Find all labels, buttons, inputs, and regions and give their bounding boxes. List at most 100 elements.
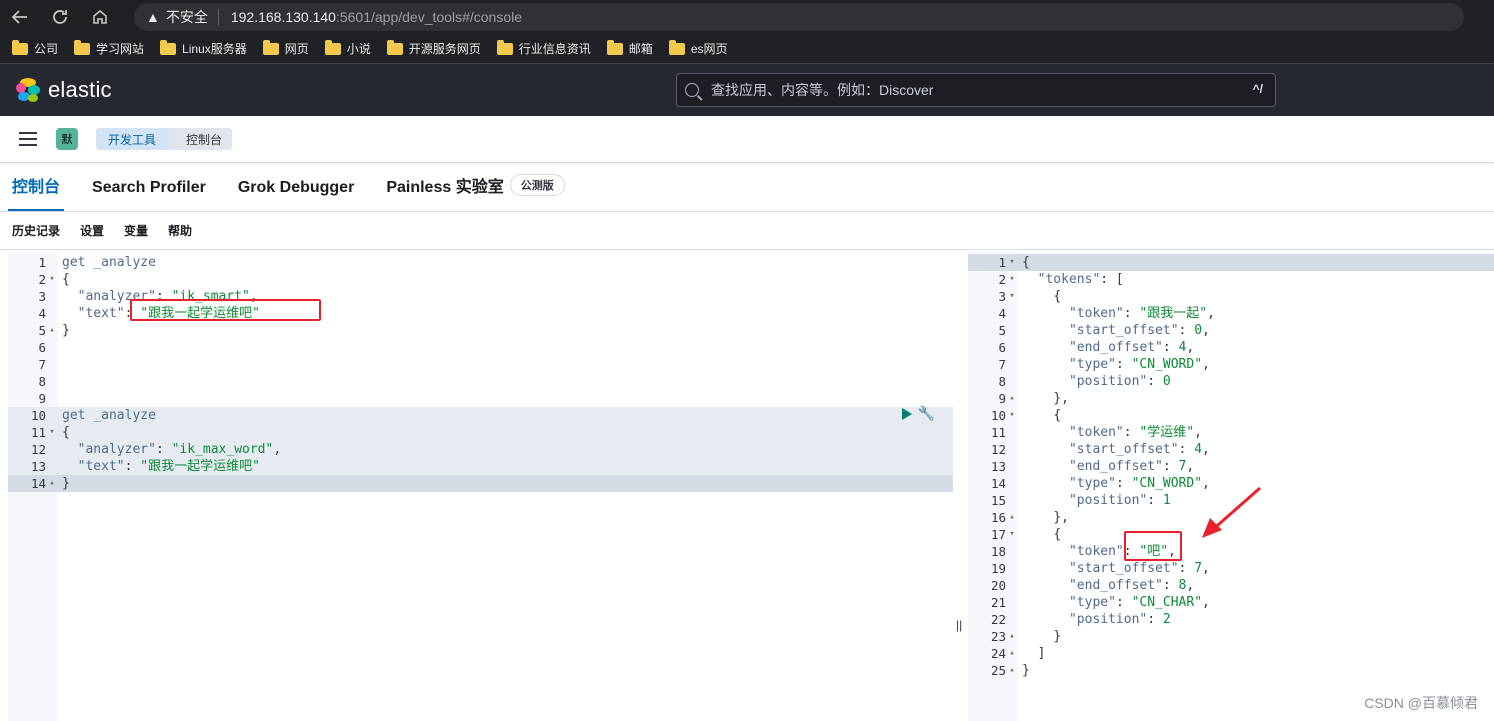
line-number: 3	[38, 289, 46, 304]
code-line: 6	[8, 339, 953, 356]
request-code[interactable]: 1 get _analyze 2 ▾{3 "analyzer": "ik_smart"…	[8, 254, 953, 492]
fold-toggle-icon[interactable]: ▾	[47, 271, 57, 288]
code-text: get _analyze	[62, 255, 156, 270]
elastic-logo-icon	[16, 78, 40, 102]
code-text: }	[1022, 663, 1030, 678]
bookmark-item[interactable]: 网页	[262, 39, 309, 57]
divider	[217, 9, 219, 25]
tab-painless-label: Painless 实验室	[386, 179, 504, 196]
fold-toggle-icon[interactable]: ▴	[1007, 509, 1017, 526]
code-line: 3 ▾ {	[968, 288, 1494, 305]
breadcrumb-dev-tools[interactable]: 开发工具	[96, 128, 171, 150]
home-icon[interactable]	[80, 0, 120, 34]
bookmark-item[interactable]: 开源服务网页	[386, 39, 481, 57]
code-text: },	[1053, 391, 1069, 406]
code-line: 20 "end_offset": 8,	[968, 577, 1494, 594]
line-number: 21	[990, 595, 1006, 610]
address-bar[interactable]: ▲ 不安全 192.168.130.140:5601/app/dev_tools…	[134, 3, 1464, 31]
fold-toggle-icon[interactable]: ▴	[47, 475, 57, 492]
code-line: 19 "start_offset": 7,	[968, 560, 1494, 577]
code-text: }	[62, 323, 70, 338]
code-line: 5 ▴}	[8, 322, 953, 339]
menu-history[interactable]: 历史记录	[12, 222, 60, 239]
code-line: 10 ▾ {	[968, 407, 1494, 424]
code-text: {	[1022, 255, 1030, 270]
code-text: "end_offset": 8,	[1068, 578, 1195, 593]
folder-icon	[74, 39, 91, 55]
tab-console[interactable]: 控制台	[8, 173, 65, 211]
code-text: "end_offset": 4,	[1068, 340, 1195, 355]
tab-search-profiler[interactable]: Search Profiler	[76, 179, 222, 211]
fold-toggle-icon[interactable]: ▴	[47, 322, 57, 339]
beta-badge: 公测版	[509, 174, 565, 196]
code-line: 23 ▴ }	[968, 628, 1494, 645]
browser-toolbar: ▲ 不安全 192.168.130.140:5601/app/dev_tools…	[0, 0, 1494, 34]
fold-toggle-icon[interactable]: ▴	[1007, 628, 1017, 645]
console-menu: 历史记录 设置 变量 帮助	[0, 212, 1494, 250]
fold-toggle-icon[interactable]: ▾	[1007, 526, 1017, 543]
folder-icon	[668, 39, 685, 55]
fold-toggle-icon[interactable]: ▾	[47, 424, 57, 441]
code-line: 11 ▾ {	[8, 424, 953, 441]
space-avatar[interactable]: 默	[56, 128, 78, 150]
fold-toggle-icon[interactable]: ▴	[1007, 662, 1017, 679]
bookmark-item[interactable]: 小说	[324, 39, 371, 57]
code-line: 21 "type": "CN_CHAR",	[968, 594, 1494, 611]
code-text: "tokens": [	[1037, 272, 1124, 287]
menu-icon[interactable]	[19, 132, 37, 146]
code-text: "position": 1	[1068, 493, 1171, 508]
bookmark-item[interactable]: es网页	[668, 39, 728, 57]
fold-toggle-icon[interactable]: ▾	[1007, 271, 1017, 288]
bookmark-item[interactable]: 行业信息资讯	[496, 39, 591, 57]
code-text: }	[62, 476, 70, 491]
fold-toggle-icon[interactable]: ▾	[1007, 254, 1017, 271]
code-text: "start_offset": 0,	[1068, 323, 1210, 338]
bookmark-item[interactable]: Linux服务器	[160, 39, 247, 57]
elastic-logo[interactable]: elastic	[16, 77, 112, 103]
line-number: 25	[990, 663, 1006, 678]
logo-text: elastic	[48, 77, 112, 102]
menu-variables[interactable]: 变量	[124, 222, 148, 239]
code-line: 10 get _analyze	[8, 407, 953, 424]
line-number: 24	[990, 646, 1006, 661]
menu-help[interactable]: 帮助	[168, 222, 192, 239]
search-shortcut: ^/	[1252, 82, 1263, 96]
tab-painless-lab[interactable]: Painless 实验室 公测版	[370, 173, 565, 211]
search-icon	[685, 83, 699, 97]
global-search-input[interactable]: 查找应用、内容等。例如：Discover ^/	[676, 73, 1276, 107]
code-text: "analyzer": "ik_max_word",	[77, 442, 282, 457]
fold-toggle-icon[interactable]: ▴	[1007, 645, 1017, 662]
tab-grok-debugger[interactable]: Grok Debugger	[222, 179, 370, 211]
fold-toggle-icon[interactable]: ▾	[1007, 288, 1017, 305]
line-number: 9	[38, 391, 46, 406]
line-number: 23	[990, 629, 1006, 644]
code-line: 2 ▾ "tokens": [	[968, 271, 1494, 288]
menu-settings[interactable]: 设置	[80, 222, 104, 239]
bookmark-item[interactable]: 邮箱	[606, 39, 653, 57]
code-line: 2 ▾ {	[8, 271, 953, 288]
line-number: 22	[990, 612, 1006, 627]
request-editor[interactable]: 1 get _analyze 2 ▾{3 "analyzer": "ik_smart"…	[8, 252, 953, 721]
code-text: {	[1053, 408, 1062, 423]
bookmark-label: es网页	[690, 42, 728, 56]
folder-icon	[12, 39, 28, 55]
bookmark-item[interactable]: 公司	[12, 39, 58, 57]
wrench-icon[interactable]: 🔧	[918, 405, 935, 422]
run-icon[interactable]	[901, 407, 912, 420]
line-number: 7	[38, 357, 46, 372]
bookmark-label: 学习网站	[96, 42, 145, 56]
editor-panels: 1 get _analyze 2 ▾{3 "analyzer": "ik_smart"…	[0, 252, 1494, 721]
code-text: },	[1053, 510, 1069, 525]
reload-icon[interactable]	[40, 0, 80, 34]
bookmark-item[interactable]: 学习网站	[74, 39, 145, 57]
fold-toggle-icon[interactable]: ▾	[1007, 407, 1017, 424]
line-number: 11	[990, 425, 1006, 440]
line-number: 1	[38, 255, 46, 270]
resize-handle[interactable]: ||	[956, 618, 962, 632]
code-text: "position": 2	[1068, 612, 1171, 627]
code-line: 12 "start_offset": 4,	[968, 441, 1494, 458]
url-host: 192.168.130.140	[230, 9, 336, 25]
url-path: :5601/app/dev_tools#/console	[335, 9, 523, 25]
fold-toggle-icon[interactable]: ▴	[1007, 390, 1017, 407]
back-icon[interactable]	[0, 0, 40, 34]
